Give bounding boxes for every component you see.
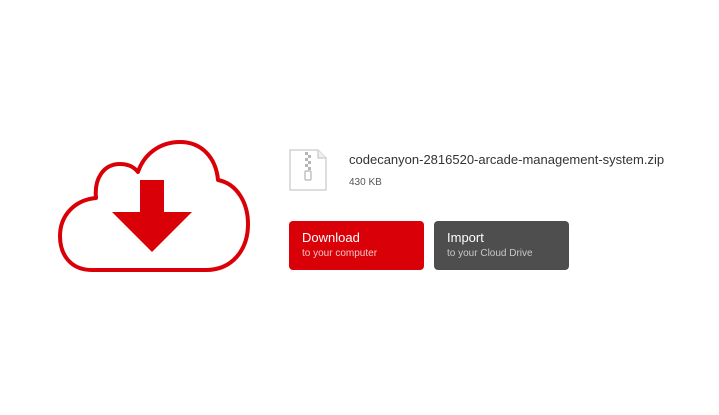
cloud-download-icon xyxy=(58,140,250,272)
download-page: codecanyon-2816520-arcade-management-sys… xyxy=(0,0,719,415)
download-arrow xyxy=(112,180,192,252)
file-size: 430 KB xyxy=(349,177,382,188)
import-button[interactable]: Import to your Cloud Drive xyxy=(434,221,569,270)
import-button-subtitle: to your Cloud Drive xyxy=(447,248,533,259)
import-button-title: Import xyxy=(447,230,484,245)
download-button-subtitle: to your computer xyxy=(302,248,378,259)
download-button[interactable]: Download to your computer xyxy=(289,221,424,270)
zip-file-icon xyxy=(289,149,327,191)
download-button-title: Download xyxy=(302,230,360,245)
file-name: codecanyon-2816520-arcade-management-sys… xyxy=(349,152,665,167)
